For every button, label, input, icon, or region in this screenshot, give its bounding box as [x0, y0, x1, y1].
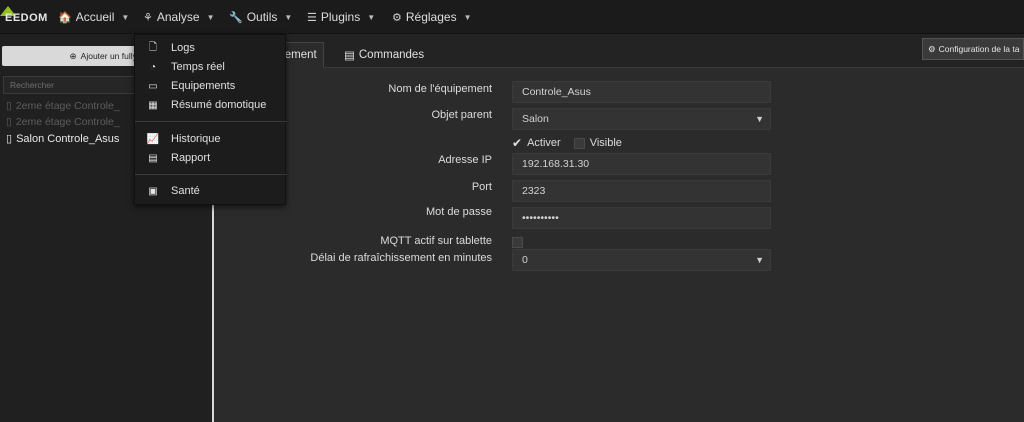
gears-icon: ⚙ [392, 11, 402, 24]
nom-field[interactable]: Controle_Asus [512, 81, 771, 103]
ip-field[interactable]: 192.168.31.30 [512, 153, 771, 175]
mqtt-label: MQTT actif sur tablette [380, 235, 492, 247]
equipment-item[interactable]: ▯ 2eme étage Controle_ [6, 116, 120, 128]
tab-commandes[interactable]: ▤ Commandes [338, 42, 430, 68]
logo-text: EEDOM [5, 12, 48, 24]
chart-icon: 📈 [146, 133, 160, 145]
ip-label: Adresse IP [438, 154, 492, 166]
menu-item-logs[interactable]: 🗋 Logs [135, 39, 287, 57]
tab-commandes-label: Commandes [358, 49, 425, 61]
menu-item-label: Equipements [171, 80, 236, 92]
cogs-icon: ⚙ [928, 43, 936, 54]
ip-value: 192.168.31.30 [522, 158, 590, 170]
port-value: 2323 [522, 185, 546, 197]
visible-label: Visible [589, 137, 622, 149]
list-icon: ☰ [307, 11, 317, 24]
equipment-item-label: Salon Controle_Asus [16, 132, 120, 145]
equipment-item-active[interactable]: ▯ Salon Controle_Asus [6, 132, 120, 146]
nav-reglages[interactable]: ⚙ Réglages ▼ [392, 8, 472, 26]
tablet-icon: ▯ [6, 116, 12, 128]
config-button-label: Configuration de la ta [938, 44, 1020, 54]
menu-divider [135, 121, 287, 122]
analyse-dropdown-menu: 🗋 Logs ◔ Temps réel ▭ Equipements ▦ Résu… [134, 34, 287, 205]
gauge-icon: ◔ [149, 61, 157, 73]
caret-down-icon: ▼ [284, 12, 293, 22]
caret-down-icon: ▼ [463, 12, 472, 22]
nav-reglages-label: Réglages [405, 10, 457, 24]
password-label: Mot de passe [425, 206, 492, 218]
caret-down-icon: ▼ [206, 12, 215, 22]
caret-down-icon: ▼ [367, 12, 376, 22]
nav-plugins[interactable]: ☰ Plugins ▼ [307, 8, 375, 26]
caret-down-icon: ▼ [121, 12, 130, 22]
nav-outils-label: Outils [246, 10, 278, 24]
nav-analyse-label: Analyse [156, 10, 200, 24]
port-label: Port [471, 181, 492, 193]
password-value: •••••••••• [522, 212, 559, 224]
wrench-icon: 🔧 [229, 11, 243, 24]
menu-item-temps-reel[interactable]: ◔ Temps réel [135, 58, 287, 76]
delai-value: 0 [522, 254, 528, 266]
newspaper-icon: ▤ [148, 152, 158, 164]
menu-item-label: Résumé domotique [171, 99, 267, 111]
delai-label: Délai de rafraîchissement en minutes [310, 252, 492, 264]
equipment-item-label: 2eme étage Controle_ [15, 116, 120, 128]
equipment-detail: quipement ▤ Commandes ⚙ Configuration de… [216, 34, 1024, 422]
tablet-icon: ▯ [6, 100, 12, 112]
medkit-icon: ▣ [148, 185, 158, 197]
menu-item-label: Temps réel [171, 61, 225, 73]
tab-bar: quipement ▤ Commandes ⚙ Configuration de… [216, 34, 1024, 68]
jeedom-logo[interactable]: EEDOM [0, 6, 50, 28]
nom-value: Controle_Asus [522, 86, 591, 98]
analyse-icon: ⚘ [143, 11, 153, 24]
visible-checkbox[interactable] [573, 137, 585, 149]
nav-accueil[interactable]: 🏠 Accueil ▼ [58, 8, 129, 26]
menu-item-label: Rapport [171, 152, 211, 164]
menu-item-resume-domotique[interactable]: ▦ Résumé domotique [135, 96, 287, 114]
file-icon: 🗋 [148, 41, 158, 53]
menu-divider [135, 174, 287, 175]
menu-item-equipements[interactable]: ▭ Equipements [135, 77, 287, 95]
battery-icon: ▭ [148, 80, 158, 92]
delai-select[interactable]: 0 ▼ [512, 249, 771, 271]
objet-parent-select[interactable]: Salon ▼ [512, 108, 771, 130]
select-arrow-icon: ▼ [755, 114, 764, 124]
menu-item-historique[interactable]: 📈 Historique [135, 130, 287, 148]
nav-plugins-label: Plugins [320, 10, 361, 24]
select-arrow-icon: ▼ [755, 255, 764, 265]
equipment-item[interactable]: ▯ 2eme étage Controle_ [6, 100, 120, 112]
mqtt-checkbox[interactable] [512, 237, 523, 248]
home-icon: 🏠 [58, 11, 72, 24]
menu-item-rapport[interactable]: ▤ Rapport [135, 149, 287, 167]
menu-item-label: Historique [171, 133, 221, 145]
equipment-item-label: 2eme étage Controle_ [15, 100, 120, 112]
nav-analyse[interactable]: ⚘ Analyse ▼ [143, 8, 215, 26]
tablet-icon: ▯ [6, 133, 13, 145]
nav-outils[interactable]: 🔧 Outils ▼ [229, 8, 292, 26]
menu-item-sante[interactable]: ▣ Santé [135, 182, 287, 200]
top-navbar: EEDOM 🏠 Accueil ▼ ⚘ Analyse ▼ 🔧 Outils ▼… [0, 0, 1024, 34]
config-button[interactable]: ⚙ Configuration de la ta [922, 38, 1024, 60]
plus-circle-icon: ⊕ [69, 50, 77, 61]
grid-icon: ▦ [148, 99, 158, 111]
menu-item-label: Logs [171, 42, 195, 54]
objet-parent-value: Salon [522, 113, 549, 125]
activer-checkbox[interactable]: ✔ [512, 136, 522, 150]
activation-row: ✔ Activer Visible [512, 136, 622, 150]
objet-parent-label: Objet parent [431, 109, 492, 121]
nom-label: Nom de l'équipement [388, 83, 492, 95]
list-alt-icon: ▤ [344, 50, 355, 62]
port-field[interactable]: 2323 [512, 180, 771, 202]
activer-label: Activer [527, 137, 561, 149]
nav-accueil-label: Accueil [75, 10, 115, 24]
password-field[interactable]: •••••••••• [512, 207, 771, 229]
menu-item-label: Santé [171, 185, 200, 197]
